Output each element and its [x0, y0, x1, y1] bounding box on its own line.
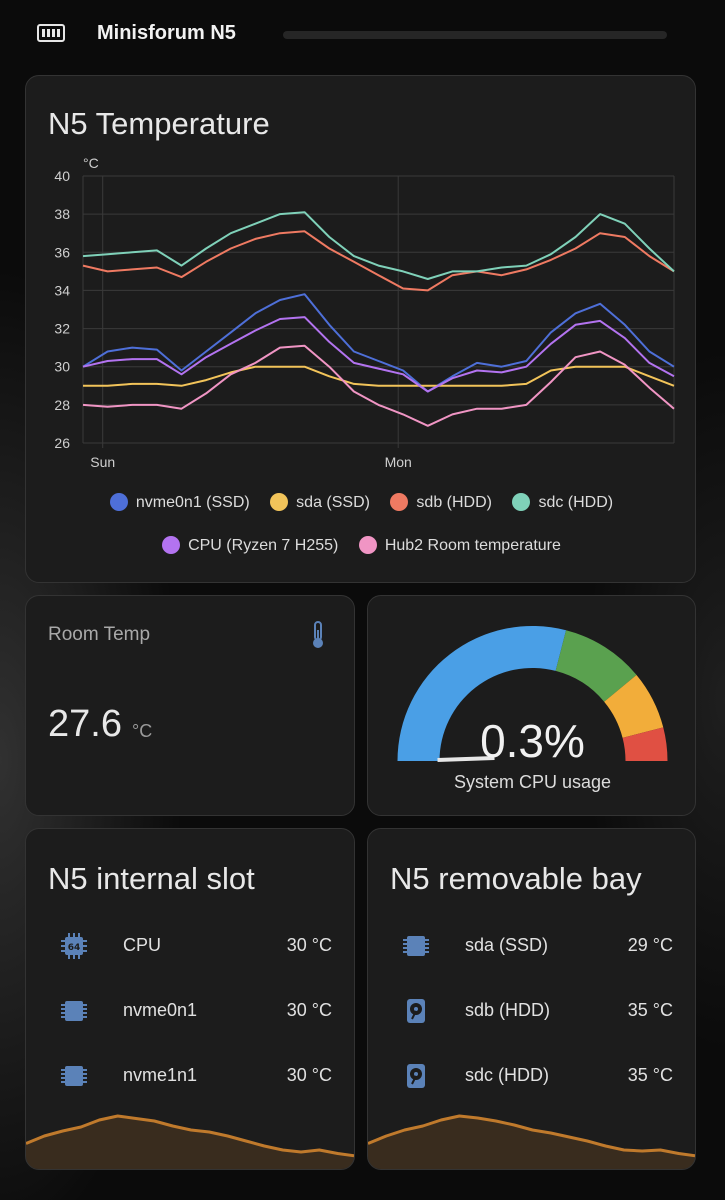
y-tick-label: 26: [54, 435, 70, 451]
sensor-name: sdc (HDD): [465, 1065, 549, 1085]
header-progress-bar: [283, 31, 667, 39]
harddisk-icon: [407, 999, 425, 1023]
series-line: [82, 293, 675, 393]
memory-chip-icon: [403, 936, 429, 956]
legend-item-sdc[interactable]: sdc (HDD): [512, 493, 613, 512]
legend-label: nvme0n1 (SSD): [135, 494, 250, 511]
x-tick-label: Mon: [385, 454, 412, 470]
internal-slot-card[interactable]: N5 internal slot 64 CPU 30 °C nvme0n1 30…: [25, 828, 355, 1170]
sensor-row-sdb[interactable]: sdb (HDD) 35 °C: [368, 992, 695, 1032]
room-temp-unit: °C: [132, 721, 153, 741]
legend-item-nvme0n1[interactable]: nvme0n1 (SSD): [109, 493, 250, 512]
page-title: Minisforum N5: [97, 22, 236, 44]
y-tick-label: 40: [54, 168, 70, 184]
sparkline-area: [26, 1116, 354, 1169]
gauge-label: System CPU usage: [453, 772, 612, 792]
sensor-row-sdc[interactable]: sdc (HDD) 35 °C: [368, 1057, 695, 1097]
legend-label: sdb (HDD): [416, 494, 492, 511]
legend-item-sdb[interactable]: sdb (HDD): [390, 493, 492, 512]
room-temp-label: Room Temp: [48, 624, 151, 645]
legend-label: sdc (HDD): [538, 494, 614, 511]
nas-icon[interactable]: [37, 22, 65, 44]
sensor-name: nvme0n1: [123, 1000, 198, 1020]
sensor-value: 30 °C: [286, 1065, 332, 1085]
chart-legend-row-1: nvme0n1 (SSD) sda (SSD) sdb (HDD) sdc (H…: [26, 493, 695, 512]
sensor-value: 30 °C: [286, 1000, 332, 1020]
legend-dot: [390, 493, 409, 511]
memory-chip-icon: [61, 1066, 87, 1086]
harddisk-icon: [407, 1064, 425, 1088]
thermometer-icon: [313, 621, 323, 648]
legend-dot: [270, 493, 289, 511]
temperature-sparkline: [26, 1114, 354, 1169]
series-line: [82, 211, 675, 280]
top-bar: Minisforum N5: [0, 0, 725, 70]
legend-item-cpu[interactable]: CPU (Ryzen 7 H255): [162, 536, 338, 555]
internal-slot-title: N5 internal slot: [48, 861, 255, 896]
y-tick-label: 34: [54, 282, 70, 298]
sensor-value: 35 °C: [627, 1065, 673, 1085]
sensor-row-cpu[interactable]: 64 CPU 30 °C: [26, 927, 354, 967]
sensor-row-sda[interactable]: sda (SSD) 29 °C: [368, 927, 695, 967]
sensor-name: CPU: [123, 935, 162, 955]
y-axis-unit: °C: [83, 155, 99, 171]
y-tick-label: 32: [54, 321, 70, 337]
room-temp-card[interactable]: Room Temp 27.6 °C: [25, 595, 355, 816]
removable-bay-card[interactable]: N5 removable bay sda (SSD) 29 °C sdb (HD…: [367, 828, 696, 1170]
sensor-value: 29 °C: [627, 935, 673, 955]
svg-text:64: 64: [68, 943, 81, 953]
sensor-row-nvme0n1[interactable]: nvme0n1 30 °C: [26, 992, 354, 1032]
legend-dot: [512, 493, 531, 511]
room-temp-value: 27.6: [48, 703, 122, 745]
chart-legend-row-2: CPU (Ryzen 7 H255) Hub2 Room temperature: [26, 536, 695, 555]
cpu-gauge-card[interactable]: 0.3% System CPU usage: [367, 595, 696, 816]
y-tick-label: 30: [54, 359, 70, 375]
memory-chip-icon: [61, 1001, 87, 1021]
sensor-name: nvme1n1: [123, 1065, 198, 1085]
sensor-row-nvme1n1[interactable]: nvme1n1 30 °C: [26, 1057, 354, 1097]
series-line: [82, 230, 675, 292]
legend-dot: [109, 493, 128, 511]
legend-label: Hub2 Room temperature: [384, 537, 561, 554]
legend-label: sda (SSD): [296, 494, 370, 511]
y-tick-label: 36: [54, 244, 70, 260]
y-tick-label: 38: [54, 206, 70, 222]
removable-bay-title: N5 removable bay: [390, 861, 642, 896]
temperature-chart-card[interactable]: N5 Temperature 40 38 36 34 32 30 28 26 °C Sun Mon …: [25, 75, 696, 583]
sensor-name: sda (SSD): [465, 935, 549, 955]
legend-label: CPU (Ryzen 7 H255): [188, 537, 339, 554]
y-tick-label: 28: [54, 397, 70, 413]
sensor-name: sdb (HDD): [465, 1000, 551, 1020]
legend-dot: [162, 536, 181, 554]
legend-item-sda[interactable]: sda (SSD): [270, 493, 370, 512]
legend-dot: [358, 536, 377, 554]
cpu-64bit-icon: 64: [61, 933, 87, 959]
temperature-sparkline: [368, 1114, 695, 1169]
legend-item-room[interactable]: Hub2 Room temperature: [358, 536, 561, 555]
sensor-value: 35 °C: [627, 1000, 673, 1020]
gauge-value: 0.3%: [480, 715, 585, 767]
temperature-chart[interactable]: 40 38 36 34 32 30 28 26 °C Sun Mon: [26, 76, 696, 476]
sparkline-area: [368, 1116, 695, 1169]
x-tick-label: Sun: [90, 454, 115, 470]
sensor-value: 30 °C: [286, 935, 332, 955]
